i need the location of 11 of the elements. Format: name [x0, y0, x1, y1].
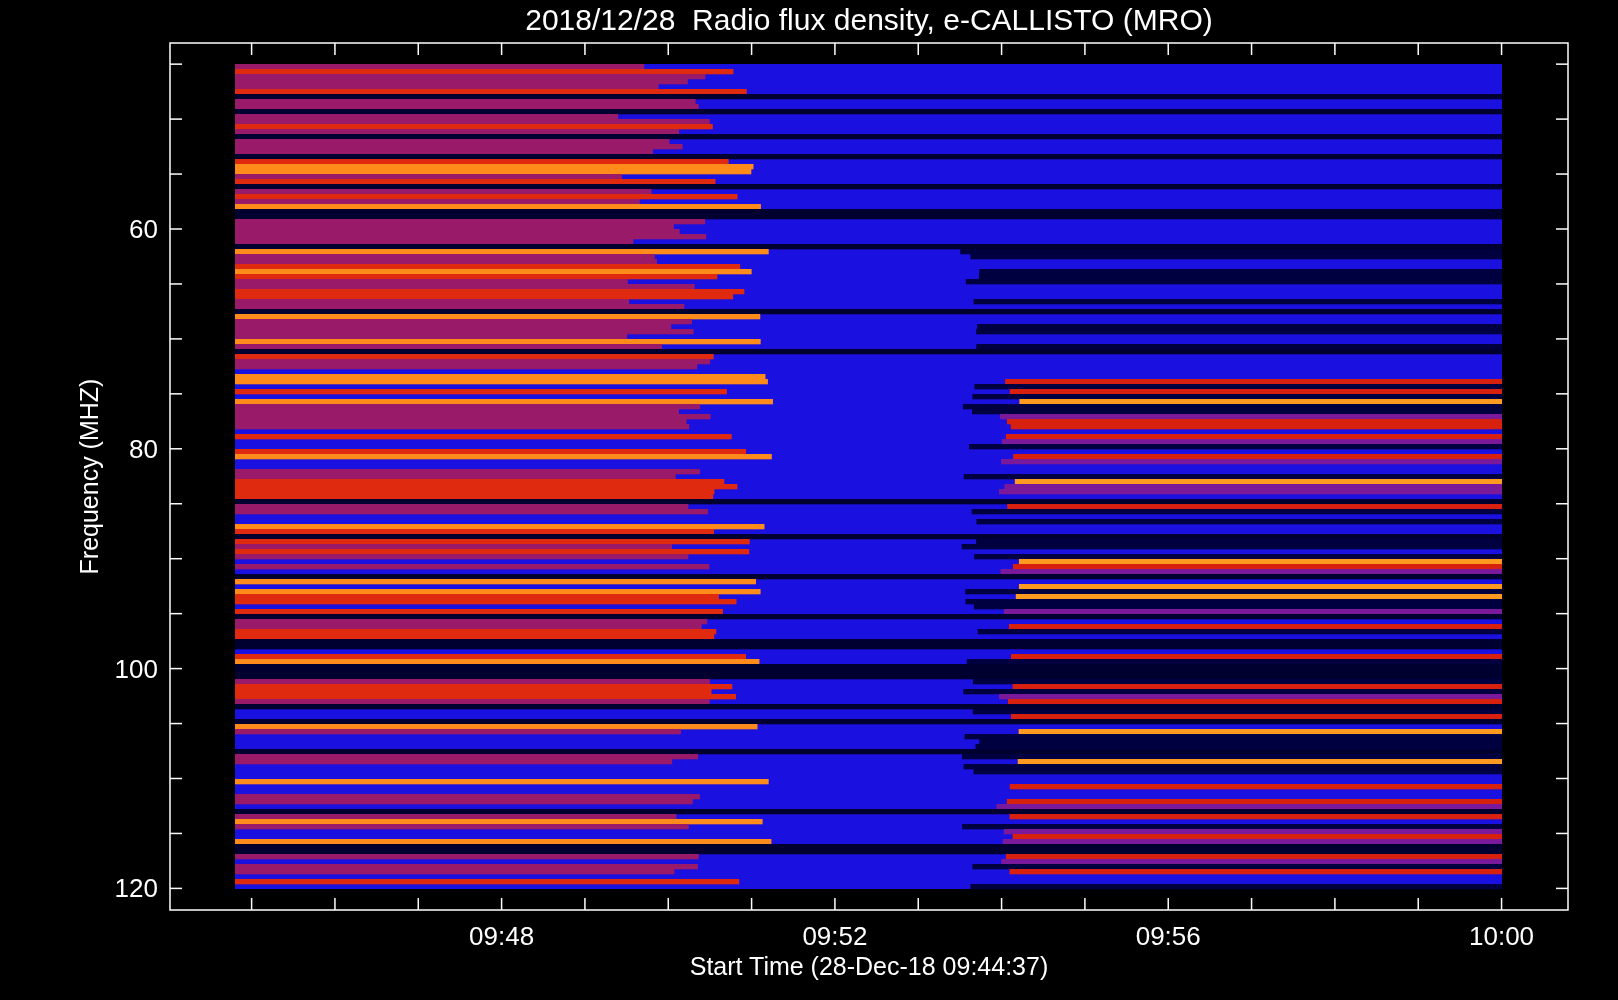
x-tick-label: 09:52 — [802, 921, 868, 951]
chart-title: 2018/12/28 Radio flux density, e-CALLISTO (MRO) — [525, 3, 1213, 36]
y-tick-label: 60 — [129, 214, 158, 244]
y-tick-label: 80 — [129, 433, 158, 464]
y-tick-label: 100 — [114, 653, 158, 684]
y-tick-label: 120 — [114, 873, 158, 904]
x-tick-label: 10:00 — [1469, 921, 1535, 951]
x-axis-title: Start Time (28-Dec-18 09:44:37) — [689, 952, 1049, 980]
y-axis-title: Frequency (MHZ) — [75, 378, 103, 575]
x-tick-label: 09:56 — [1135, 921, 1201, 951]
x-tick-label: 09:48 — [469, 921, 535, 951]
